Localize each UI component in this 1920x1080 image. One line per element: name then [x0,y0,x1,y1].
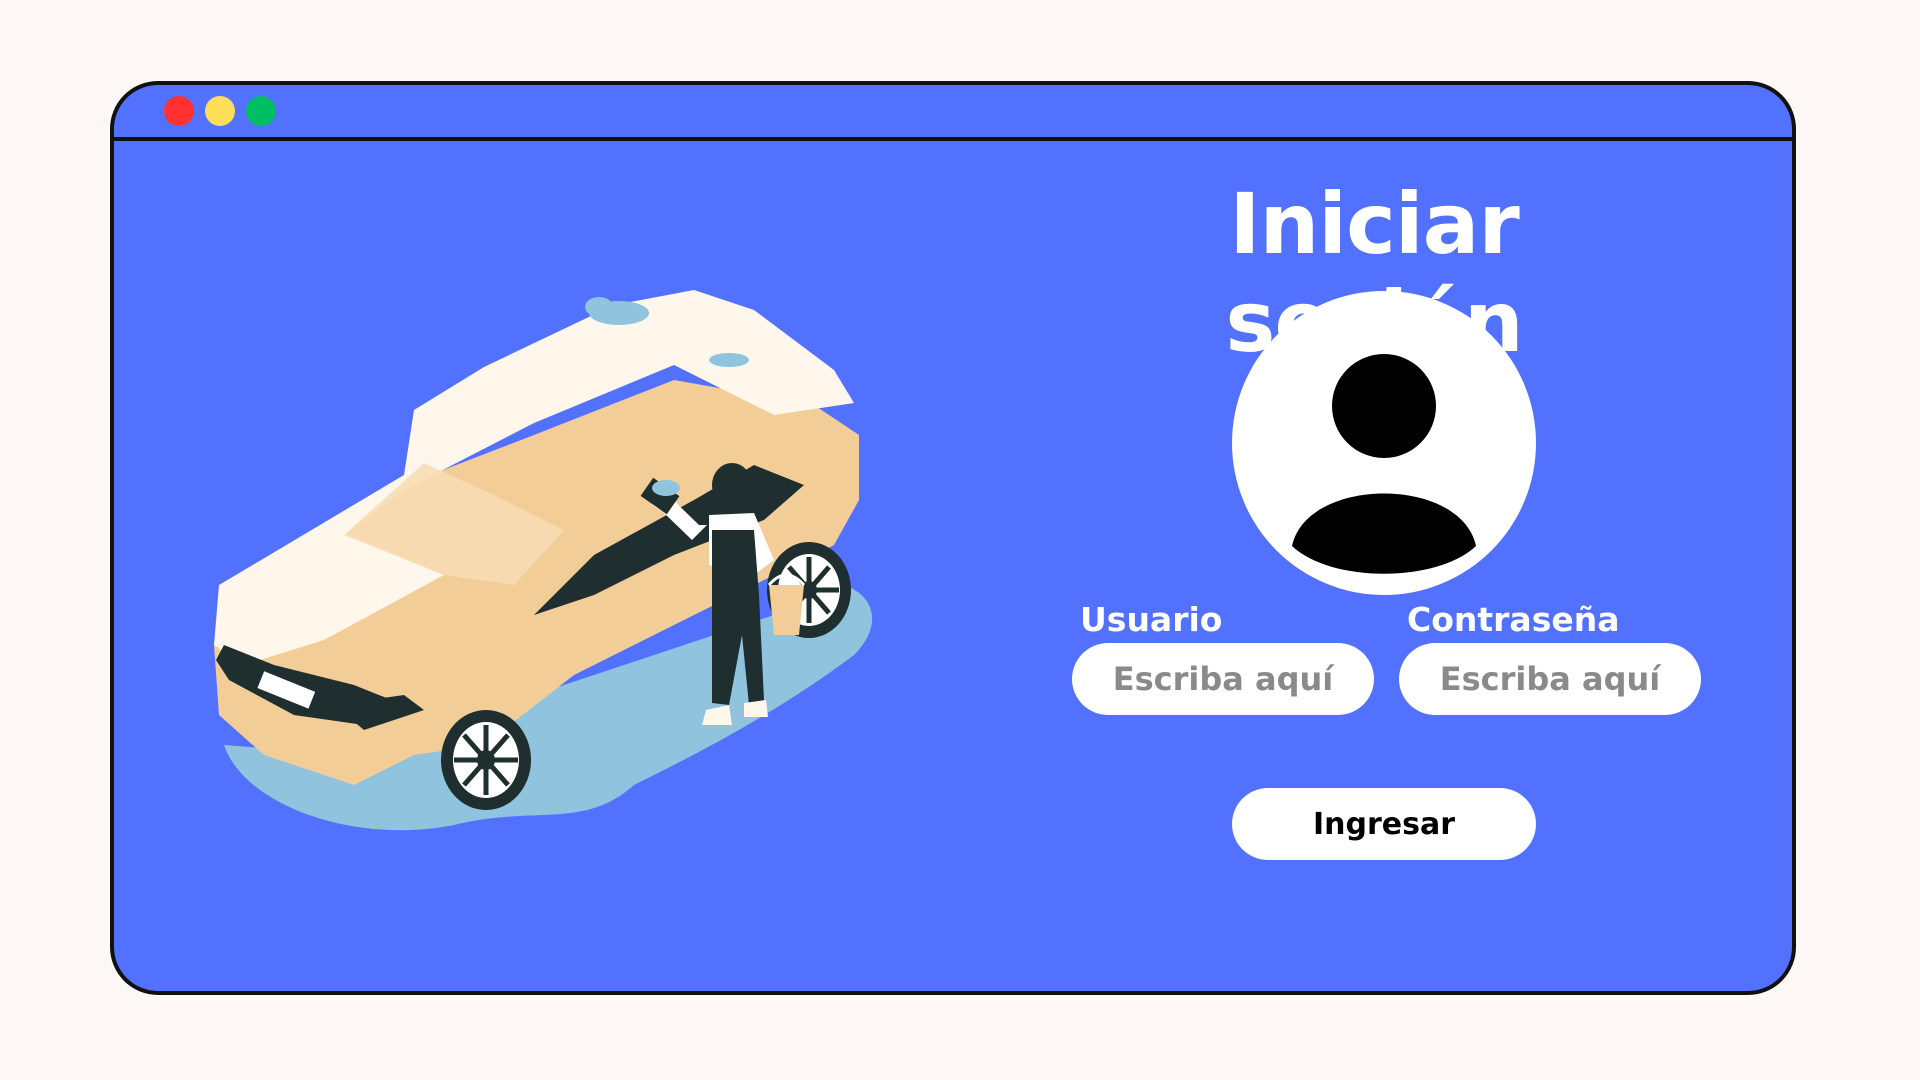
user-avatar-icon [1232,291,1536,595]
username-input[interactable] [1072,643,1374,715]
password-label: Contraseña [1407,600,1620,639]
login-submit-button[interactable]: Ingresar [1232,788,1536,860]
password-input[interactable] [1399,643,1701,715]
maximize-window-button[interactable] [246,96,276,126]
car-wash-illustration [214,290,873,831]
close-window-button[interactable] [164,96,194,126]
username-label: Usuario [1080,600,1223,639]
browser-window: Iniciar sesión Usuario Contraseña Ingres… [110,81,1796,995]
car-front-wheel [441,710,531,810]
minimize-window-button[interactable] [205,96,235,126]
window-titlebar [114,85,1792,141]
